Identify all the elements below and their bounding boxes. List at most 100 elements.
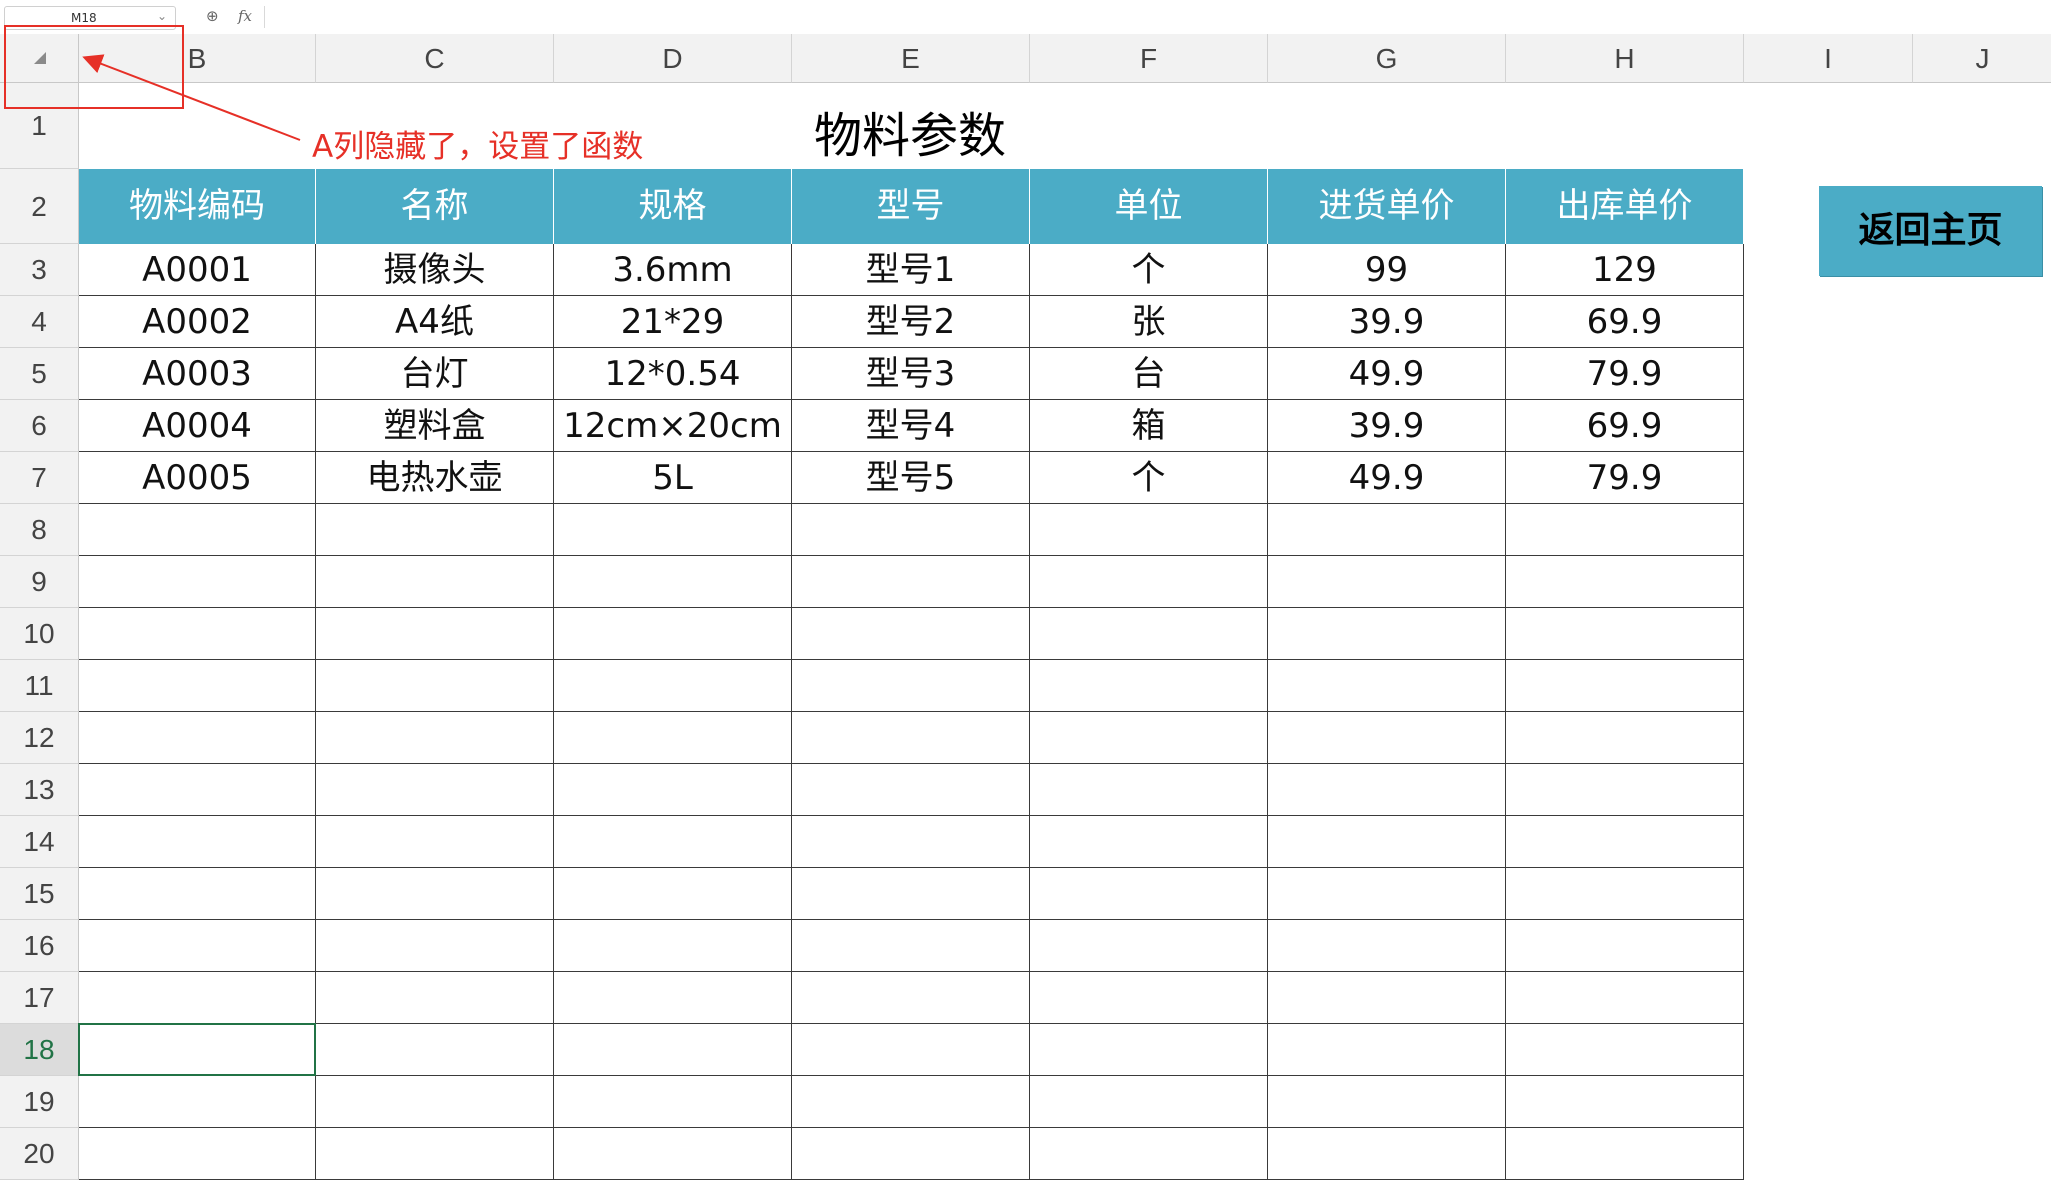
row-header-10[interactable]: 10 xyxy=(0,608,79,660)
empty-cell[interactable] xyxy=(1506,660,1744,712)
empty-cell[interactable] xyxy=(554,1024,792,1076)
empty-cell[interactable] xyxy=(1030,556,1268,608)
table-cell[interactable]: 69.9 xyxy=(1506,400,1744,452)
table-cell[interactable]: 型号2 xyxy=(792,296,1030,348)
table-header-cell[interactable]: 名称 xyxy=(316,169,554,244)
empty-cell[interactable] xyxy=(79,660,316,712)
empty-cell[interactable] xyxy=(792,1024,1030,1076)
table-header-cell[interactable]: 型号 xyxy=(792,169,1030,244)
row-header-16[interactable]: 16 xyxy=(0,920,79,972)
empty-cell[interactable] xyxy=(1268,660,1506,712)
empty-cell[interactable] xyxy=(1506,1128,1744,1180)
empty-cell[interactable] xyxy=(554,660,792,712)
row-header-6[interactable]: 6 xyxy=(0,400,79,452)
table-cell[interactable]: 69.9 xyxy=(1506,296,1744,348)
column-header-e[interactable]: E xyxy=(792,34,1030,83)
empty-cell[interactable] xyxy=(554,816,792,868)
table-cell[interactable]: 79.9 xyxy=(1506,348,1744,400)
table-cell[interactable]: 型号4 xyxy=(792,400,1030,452)
empty-cell[interactable] xyxy=(1268,816,1506,868)
table-cell[interactable]: A0002 xyxy=(79,296,316,348)
empty-cell[interactable] xyxy=(554,712,792,764)
table-cell[interactable]: 5L xyxy=(554,452,792,504)
empty-cell[interactable] xyxy=(1268,1076,1506,1128)
empty-cell[interactable] xyxy=(1506,712,1744,764)
empty-cell[interactable] xyxy=(1506,1024,1744,1076)
empty-cell[interactable] xyxy=(1506,868,1744,920)
row-header-7[interactable]: 7 xyxy=(0,452,79,504)
row-header-12[interactable]: 12 xyxy=(0,712,79,764)
empty-cell[interactable] xyxy=(554,608,792,660)
table-cell[interactable]: 箱 xyxy=(1030,400,1268,452)
empty-cell[interactable] xyxy=(316,1076,554,1128)
empty-cell[interactable] xyxy=(792,660,1030,712)
empty-cell[interactable] xyxy=(316,504,554,556)
table-cell[interactable]: 21*29 xyxy=(554,296,792,348)
empty-cell[interactable] xyxy=(79,868,316,920)
empty-cell[interactable] xyxy=(316,764,554,816)
table-cell[interactable]: 39.9 xyxy=(1268,400,1506,452)
table-header-cell[interactable]: 出库单价 xyxy=(1506,169,1744,244)
empty-cell[interactable] xyxy=(316,712,554,764)
row-header-5[interactable]: 5 xyxy=(0,348,79,400)
column-header-c[interactable]: C xyxy=(316,34,554,83)
table-header-cell[interactable]: 规格 xyxy=(554,169,792,244)
empty-cell[interactable] xyxy=(1030,504,1268,556)
table-cell[interactable]: 79.9 xyxy=(1506,452,1744,504)
empty-cell[interactable] xyxy=(79,764,316,816)
table-cell[interactable]: 129 xyxy=(1506,244,1744,296)
empty-cell[interactable] xyxy=(79,1076,316,1128)
empty-cell[interactable] xyxy=(792,764,1030,816)
table-header-cell[interactable]: 物料编码 xyxy=(79,169,316,244)
return-home-button[interactable]: 返回主页 xyxy=(1819,186,2042,276)
table-cell[interactable]: 台 xyxy=(1030,348,1268,400)
empty-cell[interactable] xyxy=(554,1076,792,1128)
table-cell[interactable]: 台灯 xyxy=(316,348,554,400)
empty-cell[interactable] xyxy=(1030,712,1268,764)
empty-cell[interactable] xyxy=(1268,868,1506,920)
empty-cell[interactable] xyxy=(554,504,792,556)
empty-cell[interactable] xyxy=(792,608,1030,660)
empty-cell[interactable] xyxy=(1030,1076,1268,1128)
empty-cell[interactable] xyxy=(554,764,792,816)
table-cell[interactable]: 12cm×20cm xyxy=(554,400,792,452)
table-cell[interactable]: A4纸 xyxy=(316,296,554,348)
empty-cell[interactable] xyxy=(554,868,792,920)
row-header-15[interactable]: 15 xyxy=(0,868,79,920)
row-header-8[interactable]: 8 xyxy=(0,504,79,556)
empty-cell[interactable] xyxy=(1030,764,1268,816)
empty-cell[interactable] xyxy=(554,1128,792,1180)
empty-cell[interactable] xyxy=(1268,712,1506,764)
table-header-cell[interactable]: 单位 xyxy=(1030,169,1268,244)
empty-cell[interactable] xyxy=(316,608,554,660)
empty-cell[interactable] xyxy=(1268,608,1506,660)
zoom-icon[interactable]: ⊕ xyxy=(206,7,219,25)
table-cell[interactable]: 个 xyxy=(1030,244,1268,296)
table-cell[interactable]: 型号3 xyxy=(792,348,1030,400)
empty-cell[interactable] xyxy=(1506,608,1744,660)
table-cell[interactable]: 摄像头 xyxy=(316,244,554,296)
empty-cell[interactable] xyxy=(316,660,554,712)
empty-cell[interactable] xyxy=(1030,868,1268,920)
table-header-cell[interactable]: 进货单价 xyxy=(1268,169,1506,244)
column-header-h[interactable]: H xyxy=(1506,34,1744,83)
empty-cell[interactable] xyxy=(1030,1024,1268,1076)
empty-cell[interactable] xyxy=(792,816,1030,868)
row-header-19[interactable]: 19 xyxy=(0,1076,79,1128)
empty-cell[interactable] xyxy=(1506,816,1744,868)
empty-cell[interactable] xyxy=(316,1024,554,1076)
row-header-14[interactable]: 14 xyxy=(0,816,79,868)
table-cell[interactable]: 张 xyxy=(1030,296,1268,348)
table-cell[interactable]: 99 xyxy=(1268,244,1506,296)
empty-cell[interactable] xyxy=(554,556,792,608)
column-header-d[interactable]: D xyxy=(554,34,792,83)
empty-cell[interactable] xyxy=(792,556,1030,608)
empty-cell[interactable] xyxy=(1268,764,1506,816)
table-cell[interactable]: 型号5 xyxy=(792,452,1030,504)
empty-cell[interactable] xyxy=(1268,504,1506,556)
table-cell[interactable]: A0003 xyxy=(79,348,316,400)
empty-cell[interactable] xyxy=(792,972,1030,1024)
row-header-11[interactable]: 11 xyxy=(0,660,79,712)
column-header-j[interactable]: J xyxy=(1913,34,2051,83)
empty-cell[interactable] xyxy=(79,556,316,608)
